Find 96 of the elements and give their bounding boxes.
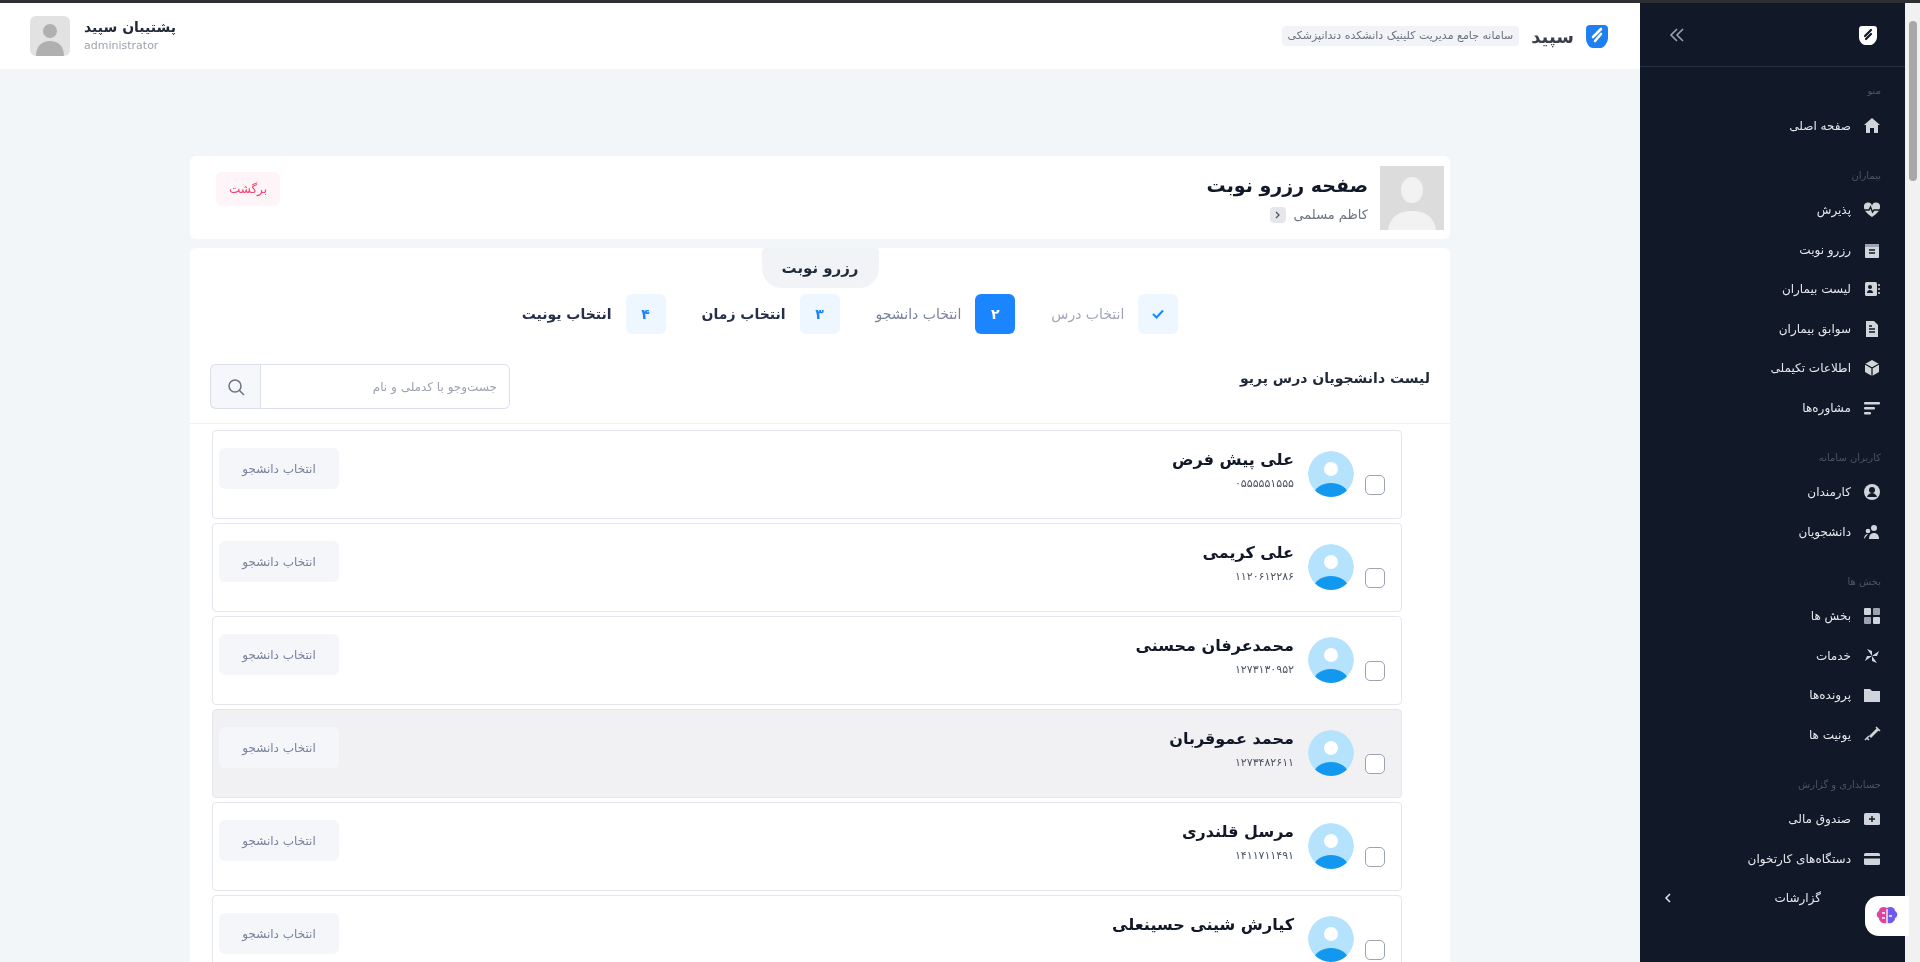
step-label: انتخاب دانشجو xyxy=(875,304,962,325)
document-icon xyxy=(1863,319,1881,338)
section-title: بخش ها xyxy=(1846,574,1882,589)
select-student-button[interactable]: انتخاب دانشجو xyxy=(219,448,339,489)
sidebar-item[interactable]: صفحه اصلی xyxy=(1640,106,1905,146)
sidebar-item[interactable]: بخش ها xyxy=(1640,596,1905,636)
step-number: ۴ xyxy=(625,294,666,334)
select-student-button[interactable]: انتخاب دانشجو xyxy=(219,541,339,582)
checkbox[interactable] xyxy=(1365,568,1385,588)
section-title: کاربران سامانه xyxy=(1817,450,1882,465)
logo-icon xyxy=(1586,24,1608,48)
student-name: کیارش شینی حسینعلی xyxy=(1112,914,1294,936)
national-id: ۱۲۷۳۱۳۰۹۵۲ xyxy=(1234,662,1294,678)
search-field[interactable]: جست‌وجو با کدملی و نام xyxy=(260,364,510,409)
collapse-icon[interactable] xyxy=(1668,27,1684,42)
student-avatar xyxy=(1308,730,1354,776)
sidebar-item[interactable]: گزارشات xyxy=(1640,878,1853,918)
sidebar-item[interactable]: صندوق مالی xyxy=(1640,799,1905,839)
checkbox[interactable] xyxy=(1365,754,1385,774)
section-title: بیماران xyxy=(1850,168,1882,183)
section-title: حسابداری و گزارش xyxy=(1797,777,1882,793)
select-student-button[interactable]: انتخاب دانشجو xyxy=(219,634,339,675)
student-avatar xyxy=(1308,916,1354,962)
sidebar-item[interactable]: خدمات xyxy=(1640,636,1905,676)
select-student-button[interactable]: انتخاب دانشجو xyxy=(219,820,339,861)
national-id: ۱۴۱۱۷۱۱۴۹۱ xyxy=(1234,848,1294,864)
step-number: ۳ xyxy=(799,294,840,334)
sidebar-item[interactable]: پرونده‌ها xyxy=(1640,675,1905,715)
student-avatar xyxy=(1308,544,1354,590)
section-title: منو xyxy=(1866,84,1882,98)
search-button[interactable] xyxy=(210,364,260,409)
select-student-button[interactable]: انتخاب دانشجو xyxy=(219,727,339,768)
home-icon xyxy=(1863,116,1881,135)
user-circle-icon xyxy=(1863,483,1881,502)
contact-card-icon xyxy=(1863,280,1881,299)
step-label: انتخاب یونیت xyxy=(521,304,612,325)
search-icon xyxy=(226,377,245,396)
back-button[interactable]: برگشت xyxy=(216,171,280,206)
student-row[interactable]: محمدعرفان محسنی ۱۲۷۳۱۳۰۹۵۲ انتخاب دانشجو xyxy=(212,616,1402,705)
user-role: administrator xyxy=(84,38,159,55)
sidebar-item[interactable]: مشاوره‌ها xyxy=(1640,388,1905,428)
student-row[interactable]: مرسل قلندری ۱۴۱۱۷۱۱۴۹۱ انتخاب دانشجو xyxy=(212,802,1402,891)
users-icon xyxy=(1863,522,1881,541)
student-name: علی پیش فرض xyxy=(1172,449,1294,471)
sidebar-item[interactable]: یونیت ها xyxy=(1640,715,1905,755)
national-id: ۰۵۵۵۵۵۱۵۵۵ xyxy=(1234,476,1294,492)
sidebar-item[interactable]: دانشجویان xyxy=(1640,512,1905,552)
national-id: ۱۱۲۰۶۱۲۲۸۶ xyxy=(1234,569,1294,585)
checkbox[interactable] xyxy=(1365,940,1385,960)
checkbox[interactable] xyxy=(1365,847,1385,867)
user-name: پشتیبان سپید xyxy=(84,18,176,38)
national-id: ۱۲۷۳۴۸۲۶۱۱ xyxy=(1234,755,1294,771)
sidebar-item[interactable]: کارمندان xyxy=(1640,472,1905,512)
heart-pulse-icon xyxy=(1863,201,1881,220)
student-name: علی کریمی xyxy=(1202,542,1294,564)
scrollbar[interactable] xyxy=(1905,3,1920,962)
sidebar-item[interactable]: لیست بیماران xyxy=(1640,269,1905,309)
step-label: انتخاب درس xyxy=(1051,304,1125,325)
sidebar-item[interactable]: پذیرش xyxy=(1640,190,1905,230)
student-row[interactable]: محمد عموقربان ۱۲۷۳۴۸۲۶۱۱ انتخاب دانشجو xyxy=(212,709,1402,798)
student-row[interactable]: علی کریمی ۱۱۲۰۶۱۲۲۸۶ انتخاب دانشجو xyxy=(212,523,1402,612)
student-name: مرسل قلندری xyxy=(1181,821,1294,843)
checkbox[interactable] xyxy=(1365,661,1385,681)
brand-name: سپید xyxy=(1531,24,1574,50)
step-number: ۲ xyxy=(975,294,1016,334)
student-avatar xyxy=(1308,637,1354,683)
patient-photo xyxy=(1380,165,1444,230)
sidebar-item[interactable]: دستگاه‌های کارتخوان xyxy=(1640,839,1905,879)
check-icon xyxy=(1152,309,1165,319)
booking-tab[interactable]: رزرو نوبت xyxy=(761,248,879,288)
assistant-button[interactable] xyxy=(1865,896,1909,936)
student-name: محمد عموقربان xyxy=(1169,728,1294,750)
cube-icon xyxy=(1863,359,1881,378)
sidebar-item[interactable]: رزرو نوبت xyxy=(1640,230,1905,270)
user-avatar[interactable] xyxy=(30,16,70,56)
chevron-icon xyxy=(1274,210,1281,219)
folder-icon xyxy=(1863,686,1881,705)
tagline-badge: سامانه جامع مدیریت کلینیک دانشکده دندانپزشکی xyxy=(1281,25,1520,47)
step-label: انتخاب زمان xyxy=(701,304,786,324)
student-row[interactable]: کیارش شینی حسینعلی انتخاب دانشجو xyxy=(212,895,1402,962)
student-avatar xyxy=(1308,823,1354,869)
patient-name: کاظم مسلمی xyxy=(1293,206,1368,225)
chevron-button[interactable] xyxy=(1269,206,1286,223)
pinwheel-icon xyxy=(1863,646,1881,665)
grid-icon xyxy=(1863,607,1881,626)
sidebar-item[interactable]: اطلاعات تکیملی xyxy=(1640,348,1905,388)
student-name: محمدعرفان محسنی xyxy=(1135,635,1294,657)
page-title: صفحه رزرو نوبت xyxy=(1206,172,1368,199)
student-row[interactable]: علی پیش فرض ۰۵۵۵۵۵۱۵۵۵ انتخاب دانشجو xyxy=(212,430,1402,519)
sidebar-item[interactable]: سوابق بیماران xyxy=(1640,309,1905,349)
logo-icon xyxy=(1859,24,1877,45)
student-avatar xyxy=(1308,451,1354,497)
list-title: لیست دانشجویان درس پریو xyxy=(1239,369,1430,389)
checkbox[interactable] xyxy=(1365,475,1385,495)
select-student-button[interactable]: انتخاب دانشجو xyxy=(219,913,339,954)
brain-icon xyxy=(1876,906,1898,926)
